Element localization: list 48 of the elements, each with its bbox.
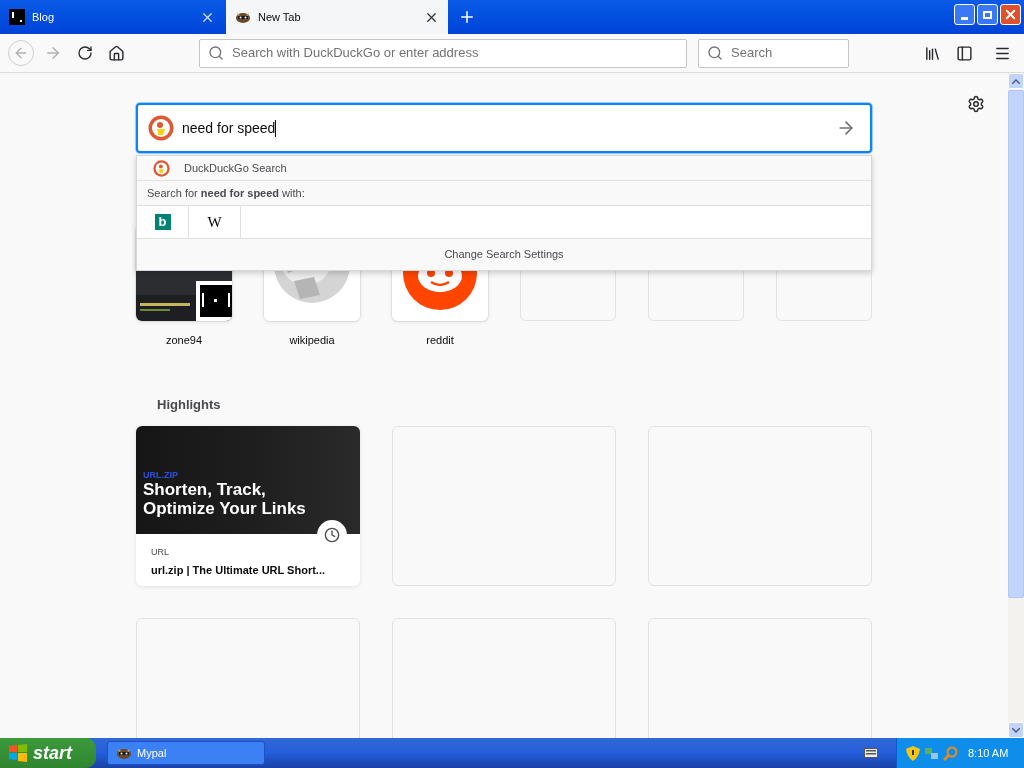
library-icon[interactable]: [924, 44, 941, 62]
duck-icon: [153, 159, 170, 177]
wikipedia-engine-button[interactable]: W: [207, 210, 222, 234]
thumbnail-tag: URL.ZIP: [143, 470, 353, 480]
change-search-settings-button[interactable]: Change Search Settings: [137, 239, 871, 270]
new-tab-icon[interactable]: [458, 8, 476, 26]
close-window-button[interactable]: [1000, 4, 1021, 25]
taskbar-task[interactable]: Mypal: [107, 741, 265, 765]
site-label[interactable]: reddit: [426, 332, 454, 349]
address-field[interactable]: Search with DuckDuckGo or enter address: [199, 38, 687, 68]
search-with-prompt: Search for need for speed with:: [147, 185, 305, 201]
search-input-text: need for speed: [182, 118, 276, 138]
scroll-thumb[interactable]: [1008, 90, 1024, 598]
thumbnail-headline: Shorten, Track, Optimize Your Links: [143, 479, 307, 518]
flag-logo-icon: [8, 744, 28, 762]
terminal-icon: [9, 9, 25, 25]
settings-icon[interactable]: [967, 95, 985, 113]
keyboard-icon[interactable]: [864, 748, 878, 758]
bing-engine-button[interactable]: b: [154, 214, 171, 230]
search-field[interactable]: Search: [698, 38, 849, 68]
shield-icon[interactable]: [906, 745, 920, 761]
restore-button[interactable]: [977, 4, 998, 25]
minimize-button[interactable]: [954, 4, 975, 25]
scroll-up-icon[interactable]: [1012, 78, 1020, 84]
card-source: URL: [151, 546, 170, 559]
sidebar-icon[interactable]: [956, 44, 973, 62]
tab-title: Blog: [32, 9, 56, 25]
close-icon: [1003, 7, 1018, 22]
start-button[interactable]: start: [0, 738, 96, 768]
page-search-field[interactable]: need for speed: [136, 103, 872, 153]
browser-tab[interactable]: New Tab: [226, 0, 448, 34]
tab-title: New Tab: [258, 9, 302, 25]
highlight-card[interactable]: URL.ZIP Shorten, Track, Optimize Your Links URL url.zip | The Ultimate URL Short...: [136, 426, 360, 586]
scrollbar[interactable]: [1008, 73, 1024, 738]
scroll-down-icon[interactable]: [1012, 727, 1020, 733]
duck-icon: [148, 115, 174, 141]
site-label[interactable]: wikipedia: [289, 332, 335, 349]
search-icon: [707, 45, 723, 61]
card-title: url.zip | The Ultimate URL Short...: [151, 562, 326, 578]
search-icon: [208, 45, 224, 61]
highlights-heading: Highlights: [157, 395, 222, 414]
home-icon[interactable]: [108, 44, 125, 62]
site-label[interactable]: zone94: [165, 332, 203, 349]
suggestion-item[interactable]: DuckDuckGo Search: [137, 156, 871, 181]
browser-tab[interactable]: Blog: [0, 0, 224, 34]
clock-icon: [324, 527, 340, 543]
reload-icon[interactable]: [77, 45, 93, 61]
clock-text: 8:10 AM: [968, 745, 1009, 761]
